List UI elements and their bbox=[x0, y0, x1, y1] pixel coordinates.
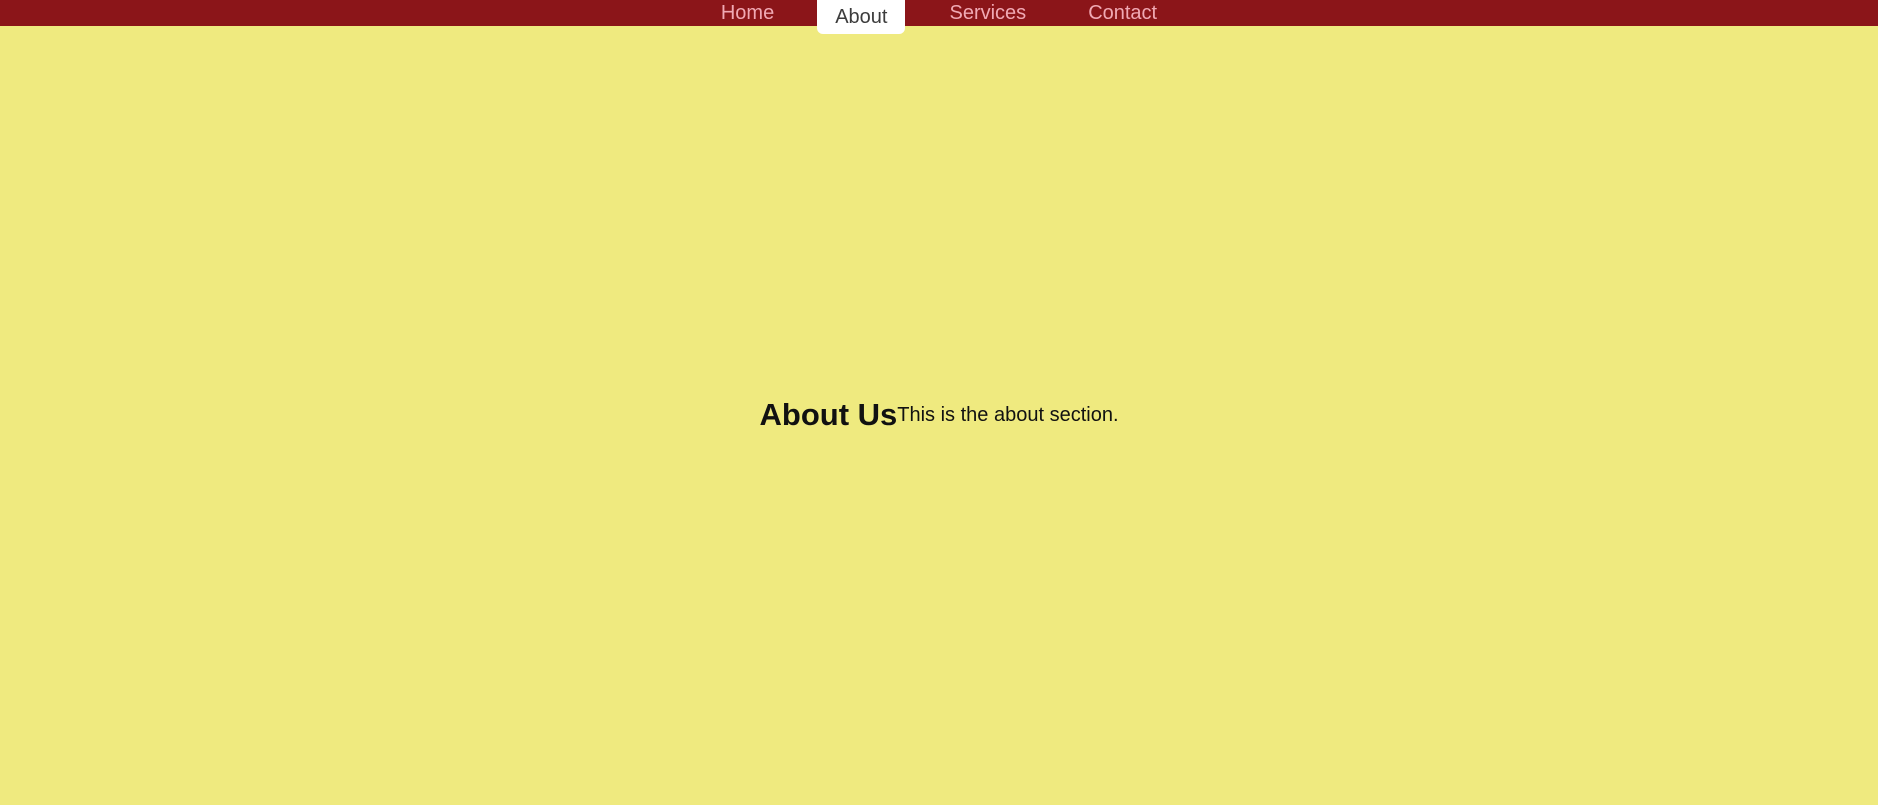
about-content: About Us This is the about section. bbox=[760, 396, 1119, 433]
nav-link-services[interactable]: Services bbox=[927, 0, 1056, 26]
about-section: About Us This is the about section. bbox=[0, 26, 1878, 805]
top-navigation-bar: Home About Services Contact bbox=[0, 0, 1878, 34]
about-description: This is the about section. bbox=[897, 403, 1119, 426]
about-heading: About Us bbox=[759, 396, 898, 432]
nav-link-home[interactable]: Home bbox=[699, 0, 795, 26]
nav-link-contact[interactable]: Contact bbox=[1056, 0, 1179, 26]
